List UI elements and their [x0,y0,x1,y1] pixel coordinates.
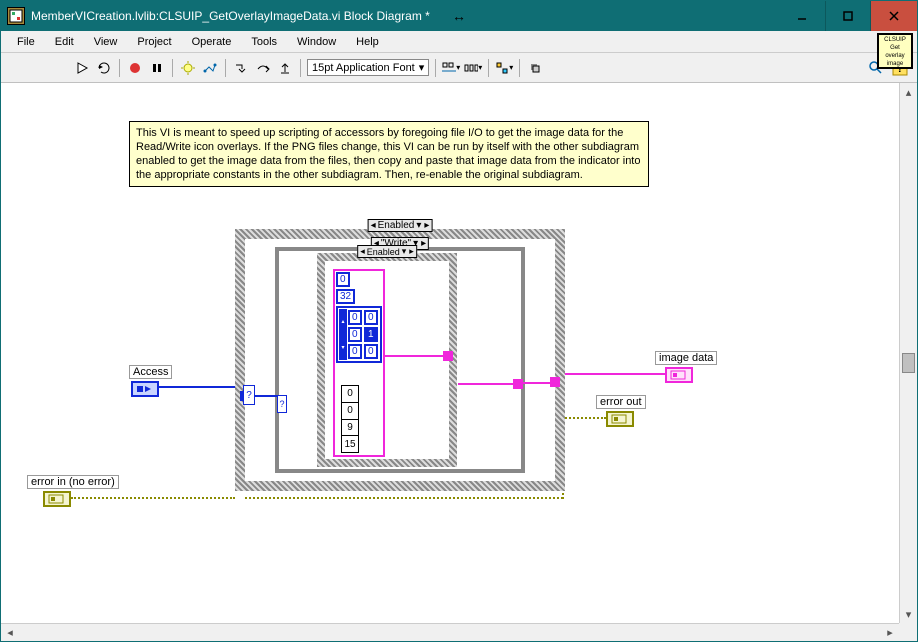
wire-access [159,386,235,388]
terminal-error-out[interactable] [606,411,634,427]
align-button[interactable]: ▾ [442,59,460,77]
step-out-button[interactable] [276,59,294,77]
app-icon [7,7,25,25]
bidi-arrow-icon: ↔ [452,8,466,24]
font-selector[interactable]: 15pt Application Font ▾ [307,59,429,76]
case-selector-outer[interactable]: ◂ Enabled ▾ ▸ [368,219,433,232]
step-over-button[interactable] [254,59,272,77]
y1[interactable]: 0 [342,403,358,420]
chevron-down-icon[interactable]: ▾ [415,220,422,231]
arr-cell-11[interactable]: 1 [364,327,378,342]
num-const-1[interactable]: 32 [336,289,355,304]
abort-button[interactable] [126,59,144,77]
horizontal-scrollbar[interactable]: ◂ ▸ [1,623,899,641]
wire-inner-pink [517,382,557,384]
window-root: MemberVICreation.lvlib:CLSUIP_GetOverlay… [0,0,918,642]
scroll-corner [899,623,917,641]
window-buttons [779,1,917,31]
case-next-icon[interactable]: ▸ [423,220,430,231]
array-const-0[interactable]: ▴▾ 00 01 00 [336,306,382,363]
menu-window[interactable]: Window [289,34,344,50]
toolbar: 15pt Application Font ▾ ▾ ▾ ▾ ? [1,53,917,83]
case-structure-deep[interactable]: ◂ Enabled ▾ ▸ 0 [317,253,457,467]
scroll-left-icon[interactable]: ◂ [1,624,19,641]
window-title: MemberVICreation.lvlib:CLSUIP_GetOverlay… [31,9,779,23]
menubar: File Edit View Project Operate Tools Win… [1,31,917,53]
titlebar: MemberVICreation.lvlib:CLSUIP_GetOverlay… [1,1,917,31]
wire-error-out-h2 [562,417,606,419]
case-next-icon[interactable]: ▸ [420,238,427,249]
menu-edit[interactable]: Edit [47,34,82,50]
case-selector-deep[interactable]: ◂ Enabled ▾ ▸ [357,245,417,258]
font-label: 15pt Application Font [312,62,415,74]
menu-view[interactable]: View [86,34,126,50]
vi-icon[interactable]: CLSUIP Get overlay image [877,33,913,69]
cleanup-button[interactable]: ▾ [495,59,513,77]
pause-button[interactable] [148,59,166,77]
wire-inner-blue [255,395,277,397]
y2[interactable]: 9 [342,420,358,437]
distribute-button[interactable]: ▾ [464,59,482,77]
label-error-in[interactable]: error in (no error) [27,475,119,489]
cluster-constant[interactable]: 0 32 ▴▾ 00 01 00 [333,269,385,457]
close-button[interactable] [871,1,917,31]
block-diagram-canvas[interactable]: This VI is meant to speed up scripting o… [1,83,917,623]
scroll-up-icon[interactable]: ▴ [900,83,917,101]
highlight-exec-button[interactable] [179,59,197,77]
arr-cell-10[interactable]: 0 [348,327,362,342]
case-prev-icon[interactable]: ◂ [359,246,366,257]
scroll-thumb-v[interactable] [902,353,915,373]
selector-terminal[interactable]: ? [243,385,255,405]
case-next-icon[interactable]: ▸ [408,246,415,257]
menu-operate[interactable]: Operate [184,34,240,50]
wire-error-in-h [71,497,235,499]
canvas-scroll: This VI is meant to speed up scripting o… [1,83,917,623]
maximize-button[interactable] [825,1,871,31]
case-structure-outer[interactable]: ◂ Enabled ▾ ▸ ? ◂ [235,229,565,491]
menu-help[interactable]: Help [348,34,387,50]
terminal-access[interactable] [131,381,159,397]
wire-deep-pink [385,355,445,357]
reorder-button[interactable] [526,59,544,77]
run-button[interactable] [73,59,91,77]
vertical-scrollbar[interactable]: ▴ ▾ [899,83,917,623]
arr-cell-00[interactable]: 0 [348,310,362,325]
menu-file[interactable]: File [9,34,43,50]
wire-mid-pink [458,383,518,385]
retain-wire-button[interactable] [201,59,219,77]
run-continuous-button[interactable] [95,59,113,77]
arr-cell-20[interactable]: 0 [348,344,362,359]
case-label-outer: Enabled [378,220,415,231]
free-label-comment[interactable]: This VI is meant to speed up scripting o… [129,121,649,187]
scroll-right-icon[interactable]: ▸ [881,624,899,641]
label-image-data[interactable]: image data [655,351,717,365]
mid-selector-terminal[interactable]: ? [277,395,287,413]
rect-constant[interactable]: 0 0 9 15 [341,385,359,453]
label-error-out[interactable]: error out [596,395,646,409]
menu-tools[interactable]: Tools [243,34,285,50]
minimize-button[interactable] [779,1,825,31]
case-structure-mid[interactable]: ◂ "Write" ▾ ▸ ◂ Enabled [275,247,525,473]
step-into-button[interactable] [232,59,250,77]
chevron-down-icon: ▾ [419,61,425,74]
num-const-0[interactable]: 0 [336,272,350,287]
arr-cell-21[interactable]: 0 [364,344,378,359]
menu-project[interactable]: Project [129,34,179,50]
terminal-error-in[interactable] [43,491,71,507]
chevron-down-icon[interactable]: ▾ [401,246,408,257]
label-access[interactable]: Access [129,365,172,379]
wire-image-data [565,373,665,375]
arr-cell-01[interactable]: 0 [364,310,378,325]
terminal-image-data[interactable] [665,367,693,383]
vi-icon-text: CLSUIP Get overlay image [884,37,906,67]
scroll-down-icon[interactable]: ▾ [900,605,917,623]
case-prev-icon[interactable]: ◂ [370,220,377,231]
case-label-deep: Enabled [367,247,400,257]
wire-error-pass [245,497,563,499]
y0[interactable]: 0 [342,386,358,403]
y3[interactable]: 15 [342,436,358,452]
